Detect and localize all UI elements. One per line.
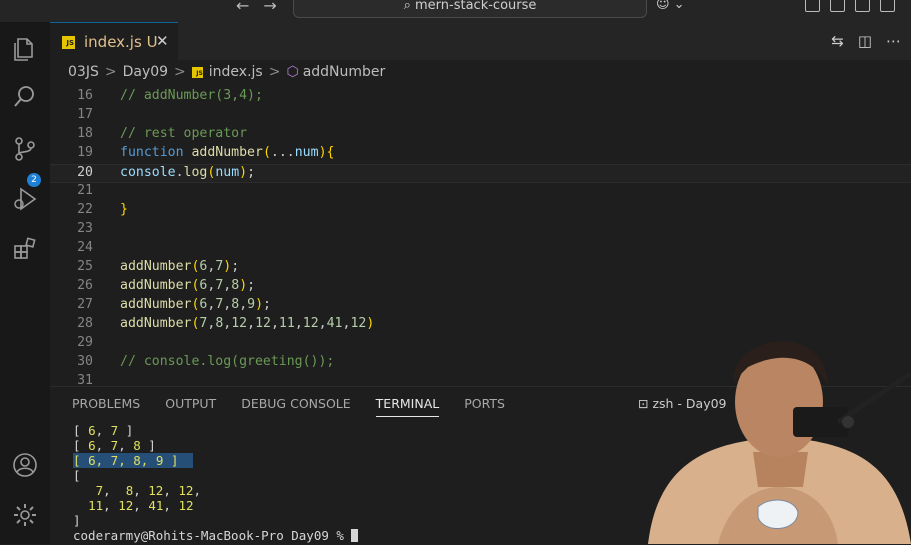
line-number: 25 bbox=[77, 259, 93, 274]
terminal-prompt: coderarmy@Rohits-MacBook-Pro Day09 % bbox=[73, 528, 352, 543]
code-text: console.log(num); bbox=[120, 165, 256, 180]
code-text: addNumber(6,7,8,9); bbox=[120, 297, 271, 312]
code-text: } bbox=[120, 202, 128, 217]
source-control-icon[interactable] bbox=[12, 136, 38, 162]
tab-terminal[interactable]: TERMINAL bbox=[375, 396, 440, 417]
workspace-name: mern-stack-course bbox=[415, 0, 537, 13]
close-icon[interactable]: ✕ bbox=[156, 32, 169, 50]
code-line[interactable]: 21 bbox=[50, 183, 911, 202]
line-number: 16 bbox=[77, 88, 93, 103]
tab-problems[interactable]: PROBLEMS bbox=[72, 396, 140, 417]
line-number: 22 bbox=[77, 202, 93, 217]
settings-gear-icon[interactable] bbox=[12, 502, 38, 528]
line-number: 27 bbox=[77, 297, 93, 312]
terminal-line: [ 6, 7, 8 ] bbox=[73, 438, 156, 453]
terminal-line: 7, 8, 12, 12, bbox=[95, 483, 201, 498]
code-line[interactable]: 23 bbox=[50, 221, 911, 240]
code-text: // console.log(greeting()); bbox=[120, 354, 335, 369]
line-number: 17 bbox=[77, 107, 93, 122]
breadcrumb-symbol[interactable]: addNumber bbox=[303, 64, 386, 80]
line-number: 20 bbox=[77, 165, 93, 180]
breadcrumb-separator: > bbox=[104, 64, 117, 80]
code-line[interactable]: 25 addNumber(6,7); bbox=[50, 259, 911, 278]
tab-file-name: index.js bbox=[84, 33, 142, 51]
terminal-line: [ 6, 7, 8, 9 ] bbox=[73, 453, 194, 468]
more-actions-icon[interactable]: ⋯ bbox=[886, 32, 901, 50]
back-arrow-icon[interactable]: ← bbox=[236, 0, 263, 15]
command-center-search[interactable]: ⌕ mern-stack-course bbox=[293, 0, 647, 18]
terminal-cursor bbox=[351, 529, 359, 542]
open-changes-icon[interactable]: ⇆ bbox=[831, 32, 844, 50]
breadcrumb-folder-day09[interactable]: Day09 bbox=[123, 64, 168, 80]
search-icon: ⌕ bbox=[403, 0, 416, 13]
code-text: addNumber(6,7); bbox=[120, 259, 240, 274]
line-number: 29 bbox=[77, 335, 93, 350]
accounts-icon[interactable] bbox=[12, 452, 38, 478]
line-number: 28 bbox=[77, 316, 93, 331]
line-number: 19 bbox=[77, 145, 93, 160]
customize-layout-icon[interactable] bbox=[805, 0, 820, 12]
line-number: 31 bbox=[77, 373, 93, 386]
breadcrumb: 03JS > Day09 > JS index.js > ⬡ addNumber bbox=[50, 60, 911, 84]
terminal-output[interactable]: [ 6, 7 ][ 6, 7, 8 ][ 6, 7, 8, 9 ] [ 7, 8… bbox=[73, 423, 359, 543]
layout-controls bbox=[805, 0, 895, 12]
line-number: 26 bbox=[77, 278, 93, 293]
tab-index-js[interactable]: JS index.js U ✕ bbox=[50, 22, 178, 61]
breadcrumb-file[interactable]: index.js bbox=[209, 64, 263, 80]
line-number: 23 bbox=[77, 221, 93, 236]
code-text: addNumber(6,7,8); bbox=[120, 278, 256, 293]
code-line[interactable]: 24 bbox=[50, 240, 911, 259]
split-editor-icon[interactable]: ◫ bbox=[858, 32, 872, 50]
code-text: addNumber(7,8,12,12,11,12,41,12) bbox=[120, 316, 375, 331]
line-number: 21 bbox=[77, 183, 93, 198]
toggle-secondary-sidebar-icon[interactable] bbox=[880, 0, 895, 12]
copilot-icon[interactable]: ☺ ⌄ bbox=[656, 0, 685, 12]
extensions-icon[interactable] bbox=[12, 236, 38, 262]
code-line[interactable]: 22} bbox=[50, 202, 911, 221]
code-line[interactable]: 19 function addNumber(...num){ bbox=[50, 145, 911, 164]
breadcrumb-folder-03js[interactable]: 03JS bbox=[68, 64, 99, 80]
code-line[interactable]: 18 // rest operator bbox=[50, 126, 911, 145]
terminal-prompt-line[interactable]: coderarmy@Rohits-MacBook-Pro Day09 % bbox=[73, 528, 359, 543]
symbol-method-icon: ⬡ bbox=[286, 64, 299, 80]
toggle-panel-icon[interactable] bbox=[855, 0, 870, 12]
javascript-file-icon: JS bbox=[62, 36, 75, 49]
code-line[interactable]: 17 bbox=[50, 107, 911, 126]
javascript-file-icon: JS bbox=[191, 66, 203, 78]
panel-tabs: PROBLEMS OUTPUT DEBUG CONSOLE TERMINAL P… bbox=[72, 396, 505, 417]
line-number: 18 bbox=[77, 126, 93, 141]
title-bar: ←→ ⌕ mern-stack-course ☺ ⌄ bbox=[0, 0, 911, 22]
tab-ports[interactable]: PORTS bbox=[464, 396, 505, 417]
current-code-line[interactable]: 20 console.log(num); bbox=[50, 164, 911, 183]
explorer-icon[interactable] bbox=[12, 36, 38, 62]
code-line[interactable]: 16 // addNumber(3,4); bbox=[50, 88, 911, 107]
code-line[interactable]: 26 addNumber(6,7,8); bbox=[50, 278, 911, 297]
tab-output[interactable]: OUTPUT bbox=[165, 396, 216, 417]
terminal-line: 11, 12, 41, 12 bbox=[88, 498, 194, 513]
forward-arrow-icon[interactable]: → bbox=[263, 0, 290, 15]
breadcrumb-separator: > bbox=[268, 64, 281, 80]
terminal-line: ] bbox=[73, 513, 81, 528]
code-text: // rest operator bbox=[120, 126, 248, 141]
toggle-primary-sidebar-icon[interactable] bbox=[830, 0, 845, 12]
activity-bar: 2 bbox=[0, 22, 50, 544]
editor-tab-bar: JS index.js U ✕ ⇆ ◫ ⋯ bbox=[50, 22, 911, 61]
run-debug-icon[interactable] bbox=[12, 186, 38, 212]
source-control-badge: 2 bbox=[27, 173, 41, 187]
breadcrumb-separator: > bbox=[174, 64, 186, 80]
line-number: 24 bbox=[77, 240, 93, 255]
code-text: function addNumber(...num){ bbox=[120, 145, 335, 160]
presenter-webcam-overlay bbox=[648, 341, 911, 544]
terminal-line: [ bbox=[73, 468, 81, 483]
line-number: 30 bbox=[77, 354, 93, 369]
terminal-line: [ 6, 7 ] bbox=[73, 423, 134, 438]
search-icon[interactable] bbox=[12, 84, 38, 110]
navigation-arrows: ←→ bbox=[236, 0, 291, 15]
tab-debug-console[interactable]: DEBUG CONSOLE bbox=[241, 396, 350, 417]
code-text: // addNumber(3,4); bbox=[120, 88, 263, 103]
editor-actions: ⇆ ◫ ⋯ bbox=[831, 32, 901, 50]
